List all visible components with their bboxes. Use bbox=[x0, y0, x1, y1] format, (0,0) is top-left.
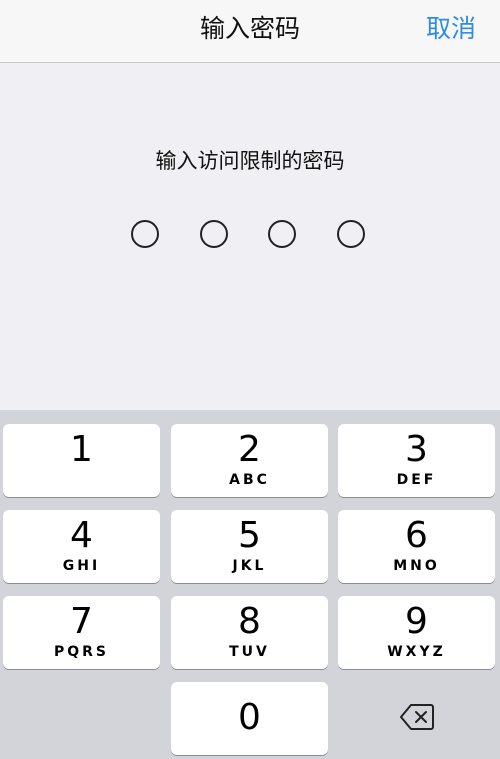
key-letters: TUV bbox=[229, 644, 270, 660]
key-digit: 0 bbox=[238, 697, 261, 738]
key-6[interactable]: 6 MNO bbox=[338, 510, 495, 583]
key-digit: 6 bbox=[405, 515, 428, 556]
key-digit: 5 bbox=[238, 515, 261, 556]
passcode-dot-4 bbox=[337, 220, 365, 248]
key-letters: PQRS bbox=[53, 644, 110, 660]
passcode-dot-1 bbox=[131, 220, 159, 248]
key-3[interactable]: 3 DEF bbox=[338, 424, 495, 497]
key-letters: WXYZ bbox=[387, 644, 446, 660]
key-7[interactable]: 7 PQRS bbox=[3, 596, 160, 669]
key-letters: ABC bbox=[229, 472, 270, 488]
delete-button[interactable] bbox=[338, 682, 495, 755]
key-letters: GHI bbox=[62, 558, 101, 574]
key-5[interactable]: 5 JKL bbox=[171, 510, 328, 583]
key-8[interactable]: 8 TUV bbox=[171, 596, 328, 669]
key-2[interactable]: 2 ABC bbox=[171, 424, 328, 497]
key-4[interactable]: 4 GHI bbox=[3, 510, 160, 583]
key-digit: 4 bbox=[70, 515, 93, 556]
key-digit: 2 bbox=[238, 429, 261, 470]
passcode-dot-2 bbox=[200, 220, 228, 248]
key-digit: 1 bbox=[70, 429, 93, 470]
key-0[interactable]: 0 bbox=[171, 682, 328, 755]
key-letters: JKL bbox=[232, 558, 267, 574]
key-9[interactable]: 9 WXYZ bbox=[338, 596, 495, 669]
key-1[interactable]: 1 bbox=[3, 424, 160, 497]
passcode-dots bbox=[0, 220, 500, 252]
key-digit: 9 bbox=[405, 601, 428, 642]
numeric-keypad: 1 2 ABC 3 DEF 4 GHI 5 JKL 6 MNO 7 PQRS 8… bbox=[0, 410, 500, 759]
cancel-button[interactable]: 取消 bbox=[426, 0, 476, 63]
passcode-area: 输入访问限制的密码 bbox=[0, 63, 500, 410]
navigation-bar: 输入密码 取消 bbox=[0, 0, 500, 63]
key-letters: DEF bbox=[396, 472, 437, 488]
key-digit: 3 bbox=[405, 429, 428, 470]
key-digit: 7 bbox=[70, 601, 93, 642]
passcode-prompt: 输入访问限制的密码 bbox=[155, 149, 345, 173]
passcode-dot-3 bbox=[268, 220, 296, 248]
backspace-icon bbox=[400, 704, 434, 730]
key-digit: 8 bbox=[238, 601, 261, 642]
key-letters: MNO bbox=[393, 558, 440, 574]
